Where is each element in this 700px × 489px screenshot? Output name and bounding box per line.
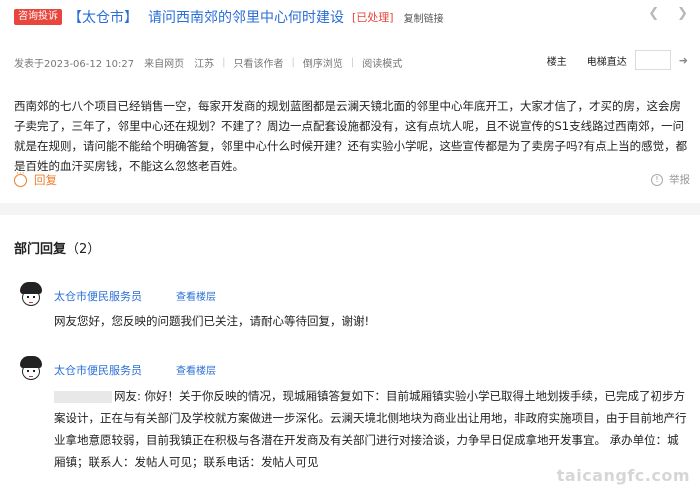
- consult-tag: 咨询投诉: [14, 9, 62, 25]
- reply-button[interactable]: 回复: [14, 169, 57, 188]
- post-content: 西南郊的七八个项目已经销售一空，每家开发商的规划蓝图都是云澜天镜北面的邻里中心年…: [14, 99, 688, 173]
- author-only-link[interactable]: 只看该作者: [234, 55, 284, 70]
- avatar: [18, 282, 44, 308]
- post-source: 来自网页: [144, 58, 185, 70]
- site-watermark: taicangfc.com: [556, 466, 690, 485]
- report-label: 举报: [669, 174, 690, 186]
- report-icon: !: [651, 173, 663, 186]
- divider: |: [350, 56, 355, 68]
- status-badge: [已处理]: [352, 11, 394, 24]
- divider: |: [222, 56, 226, 68]
- read-mode-link[interactable]: 阅读模式: [362, 55, 402, 70]
- reply-content: 网友: 你好！关于你反映的情况，现城厢镇答复如下：目前城厢镇实验小学已取得土地划…: [54, 389, 687, 469]
- divider: |: [291, 56, 295, 68]
- floor-jump: 楼主 电梯直达 ➜: [547, 50, 688, 70]
- reply-content-wrap: 网友: 你好！关于你反映的情况，现城厢镇答复如下：目前城厢镇实验小学已取得土地划…: [54, 385, 690, 473]
- masked-username: [54, 390, 112, 403]
- reply-label: 回复: [34, 173, 57, 187]
- thread-title: 请问西南郊的邻里中心何时建设: [148, 10, 344, 26]
- copy-link-button[interactable]: 复制链接: [404, 10, 444, 25]
- section-divider: [0, 203, 700, 215]
- post-location: 江苏: [194, 58, 215, 70]
- right-arrow-icon[interactable]: ❯: [677, 6, 688, 21]
- replier-name[interactable]: 太仓市便民服务员: [54, 288, 142, 304]
- post-meta: 发表于2023-06-12 10:27 来自网页 江苏 | 只看该作者 | 倒序…: [14, 55, 402, 70]
- jump-label: 电梯直达: [586, 56, 627, 68]
- view-floor-link[interactable]: 查看楼层: [176, 288, 216, 303]
- thread-title-row: 咨询投诉 【太仓市】 请问西南郊的邻里中心何时建设 [已处理] 复制链接: [14, 6, 444, 28]
- reply-icon: [14, 169, 27, 187]
- dept-heading-label: 部门回复: [14, 242, 67, 257]
- reverse-order-link[interactable]: 倒序浏览: [303, 55, 343, 70]
- view-floor-link[interactable]: 查看楼层: [176, 362, 216, 377]
- dept-reply-count: （2）: [66, 242, 101, 257]
- thread-nav: ❮ ❯: [648, 6, 688, 21]
- owner-label: 楼主: [546, 56, 567, 68]
- floor-input[interactable]: [634, 50, 671, 70]
- go-arrow-icon[interactable]: ➜: [679, 54, 688, 67]
- report-button[interactable]: ! 举报: [651, 172, 690, 187]
- avatar: [18, 356, 44, 382]
- left-arrow-icon[interactable]: ❮: [648, 6, 659, 21]
- replier-name[interactable]: 太仓市便民服务员: [54, 362, 142, 378]
- forum-link[interactable]: 【太仓市】: [68, 7, 138, 27]
- post-time: 发表于2023-06-12 10:27: [14, 58, 135, 70]
- dept-reply-heading: 部门回复（2）: [14, 238, 100, 257]
- reply-content: 网友您好，您反映的问题我们已关注，请耐心等待回复，谢谢!: [54, 314, 370, 328]
